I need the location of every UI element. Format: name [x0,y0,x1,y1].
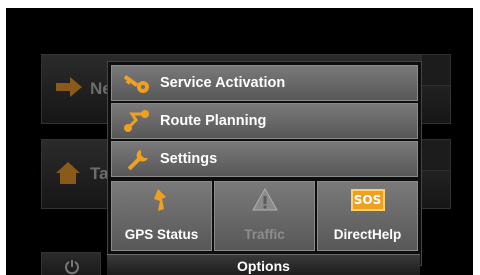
route-planning-button[interactable]: Route Planning [111,103,418,139]
arrow-right-icon [54,75,84,104]
wrench-icon [120,144,154,174]
bg-menu-label: Ta [90,164,109,183]
settings-label: Settings [160,151,218,167]
gps-status-label: GPS Status [124,227,199,242]
service-activation-label: Service Activation [160,75,286,91]
route-icon [120,106,154,136]
home-icon [54,160,82,191]
sos-icon: SOS [318,186,417,214]
route-planning-label: Route Planning [160,113,267,129]
directhelp-label: DirectHelp [333,227,402,242]
directhelp-button[interactable]: SOS DirectHelp [317,181,418,251]
navigation-screen: Ne Ta Service Activation Route Planning … [6,8,473,275]
gps-status-button[interactable]: GPS Status [111,181,212,251]
settings-button[interactable]: Settings [111,141,418,177]
sos-icon-text: SOS [350,189,385,211]
traffic-button[interactable]: Traffic [214,181,315,251]
bg-side-panel [421,54,451,86]
satellite-icon [112,186,211,214]
bg-side-panel [421,139,451,171]
key-icon [120,68,154,98]
traffic-label: Traffic [244,227,285,242]
options-button[interactable]: Options [107,254,420,275]
service-activation-button[interactable]: Service Activation [111,65,418,101]
warning-icon [215,186,314,214]
power-icon [64,259,80,275]
power-button[interactable] [41,252,101,275]
more-popup-menu: Service Activation Route Planning Settin… [107,61,422,266]
